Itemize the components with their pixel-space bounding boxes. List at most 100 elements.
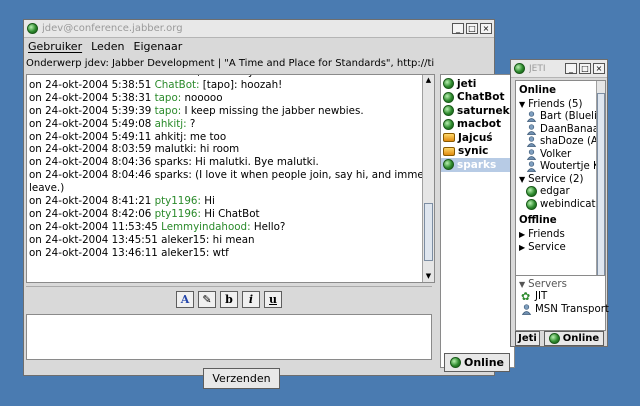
message-text: I keep missing the jabber newbies. [181,104,364,117]
chat-message: on 24-okt-2004 5:39:39 tapo: I keep miss… [29,105,434,118]
message-nick: ChatBot: [154,78,200,91]
message-time: on 24-okt-2004 8:03:59 [29,143,152,156]
window-title: jdev@conference.jabber.org [42,23,183,34]
message-text: Hi ChatBot [200,207,260,220]
message-nick: ahkitj: [154,117,187,130]
message-text: wtf [209,246,229,259]
scroll-thumb[interactable] [424,203,433,261]
services-list: edgar webindicator [519,186,605,211]
person-icon [526,136,537,148]
participant-item[interactable]: synic [441,145,514,159]
bold-button[interactable]: b [220,291,238,308]
online-icon [443,91,454,103]
message-time: on 24-okt-2004 5:49:11 [29,130,152,143]
participant-item[interactable]: jeti [441,77,514,91]
participant-item[interactable]: saturnek [441,104,514,118]
contact-item[interactable]: Bart (Bluelive [526,111,605,124]
participant-item[interactable]: ChatBot [441,91,514,105]
contact-item[interactable]: DaanBanaan [526,123,605,136]
online-icon [526,198,537,210]
message-text: so, how are you? [182,75,272,78]
chat-window: jdev@conference.jabber.org _ □ × Gebruik… [23,19,515,389]
person-icon [526,111,537,123]
contact-item[interactable]: MSN Transport [521,303,609,316]
chat-message: on 24-okt-2004 5:49:08 ahkitj: ? [29,118,434,131]
group-friends[interactable]: ▼ Friends (5) [519,98,605,111]
minimize-button[interactable]: _ [565,63,577,74]
menubar: Gebruiker Leden Eigenaar [24,38,494,55]
chat-titlebar[interactable]: jdev@conference.jabber.org _ □ × [24,20,494,38]
message-nick: pty1196: [154,195,201,208]
contact-item[interactable]: edgar [526,186,605,199]
participant-item[interactable]: macbot [441,118,514,132]
jeti-button[interactable]: Jeti [515,331,540,346]
color-button[interactable]: ✎ [198,291,216,308]
contact-item[interactable]: shaDoze (Awa [526,136,605,149]
contact-tree[interactable]: Online ▼ Friends (5) Bart (Bluelive DaanBa… [515,80,606,303]
contact-item[interactable]: webindicator [526,198,605,211]
message-text: (I love it when people join, say hi, and… [191,169,435,182]
contact-name: MSN Transport [535,303,609,315]
message-time: on 24-okt-2004 13:46:11 [29,246,158,259]
friends-list: Bart (Bluelive DaanBanaan shaDoze (Awa Volk… [519,111,605,174]
chat-log[interactable]: on 24-okt-2004 5:32:37 ItOM: so, how are… [26,74,435,283]
scroll-up-icon[interactable]: ▲ [423,75,434,86]
chat-message: on 24-okt-2004 8:42:06 pty1196: Hi ChatB… [29,208,434,221]
contact-item[interactable]: Woutertje K© [526,161,605,174]
status-button[interactable]: Online [544,331,604,346]
underline-button[interactable]: u [264,291,282,308]
message-input[interactable] [26,314,432,360]
app-icon [27,23,38,34]
chat-message: on 24-okt-2004 13:45:51 aleker15: hi mea… [29,234,434,247]
menu-gebruiker[interactable]: Gebruiker [28,40,82,53]
message-time: on 24-okt-2004 8:04:46 [29,169,152,182]
participant-item[interactable]: Jajcuś [441,131,514,145]
jeti-scrollbar[interactable] [596,81,605,302]
italic-button[interactable]: i [242,291,260,308]
minimize-button[interactable]: _ [452,23,464,34]
message-text: hi room [196,143,240,156]
chat-scrollbar[interactable]: ▲ ▼ [422,75,434,282]
message-nick: tapo: [154,104,182,117]
group-label: Friends (5) [528,98,583,110]
offline-group-service[interactable]: ▶ Service [519,241,605,254]
close-button[interactable]: × [480,23,492,34]
group-label: Servers [528,278,567,290]
jeti-titlebar[interactable]: JETI _ □ × [511,60,607,78]
send-button[interactable]: Verzenden [203,368,280,389]
menu-eigenaar[interactable]: Eigenaar [134,40,183,53]
chat-message: on 24-okt-2004 13:46:11 aleker15: wtf [29,247,434,260]
message-time: on 24-okt-2004 11:53:45 [29,220,158,233]
contact-name: edgar [540,186,570,198]
expand-right-icon: ▶ [519,242,526,252]
scroll-down-icon[interactable]: ▼ [423,271,434,282]
participant-name: synic [458,145,489,158]
chat-message: on 24-okt-2004 5:38:31 tapo: nooooo [29,92,434,105]
participant-list[interactable]: jeti ChatBot saturnek macbot Jajcuś synic spar… [440,74,515,368]
font-button[interactable]: A [176,291,194,308]
message-time: on 24-okt-2004 5:39:39 [29,104,152,117]
message-nick: malutki: [154,143,197,156]
message-text: Hi [200,195,215,208]
online-header: Online [519,85,557,96]
participant-item[interactable]: sparks [441,158,514,172]
message-text: hi mean [209,233,255,246]
maximize-button[interactable]: □ [466,23,478,34]
offline-group-friends[interactable]: ▶ Friends [519,229,605,242]
participant-name: ChatBot [457,91,505,104]
status-button[interactable]: Online [444,353,510,372]
close-button[interactable]: × [593,63,605,74]
contact-item[interactable]: ✿ JIT [521,290,605,303]
participant-name: sparks [457,158,497,171]
group-service[interactable]: ▼ Service (2) [519,173,605,186]
servers-panel[interactable]: ▼ Servers ✿ JIT MSN Transport [515,275,609,331]
contact-item[interactable]: Volker [526,148,605,161]
message-time: on 24-okt-2004 5:49:08 [29,117,152,130]
scroll-thumb[interactable] [597,93,605,278]
maximize-button[interactable]: □ [579,63,591,74]
menu-leden[interactable]: Leden [91,40,124,53]
person-icon [521,304,532,315]
online-icon [449,357,461,368]
chat-message: on 24-okt-2004 8:41:21 pty1196: Hi [29,195,434,208]
chat-message: on 24-okt-2004 5:38:51 ChatBot: [tapo]: … [29,79,434,92]
